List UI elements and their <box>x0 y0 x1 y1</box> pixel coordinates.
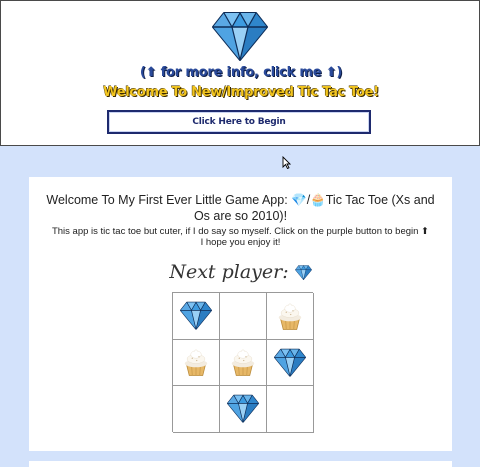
header: (⬆ for more info, click me ⬆) Welcome To… <box>0 0 480 146</box>
diamond-icon <box>180 301 212 330</box>
board-cell[interactable] <box>267 386 314 433</box>
description-line: I hope you enjoy it! <box>200 237 281 248</box>
board-cell[interactable] <box>220 339 267 387</box>
next-player-label: Next player: <box>169 261 289 283</box>
cupcake-icon <box>228 347 258 377</box>
diamond-icon <box>227 394 259 423</box>
diamond-icon <box>295 265 312 280</box>
description-line: This app is tic tac toe but cuter, if I … <box>51 226 430 237</box>
lower-card <box>29 461 452 467</box>
card-description: This app is tic tac toe but cuter, if I … <box>39 226 442 248</box>
board-cell[interactable] <box>267 339 314 387</box>
card-title: Welcome To My First Ever Little Game App… <box>46 193 435 223</box>
board-cell[interactable] <box>173 339 220 387</box>
game-card: Welcome To My First Ever Little Game App… <box>29 177 452 451</box>
welcome-banner: Welcome To New/Improved Tic Tac Toe! <box>103 85 379 100</box>
cupcake-icon <box>181 347 211 377</box>
more-info-link[interactable]: (⬆ for more info, click me ⬆) <box>1 65 480 80</box>
next-player-status: Next player: <box>29 261 452 283</box>
mouse-cursor-icon <box>282 156 291 169</box>
board-cell[interactable] <box>267 293 314 340</box>
board-cell[interactable] <box>173 293 220 340</box>
board-cell[interactable] <box>220 386 267 433</box>
board-cell[interactable] <box>220 293 267 340</box>
cupcake-icon <box>275 301 305 331</box>
board-cell[interactable] <box>173 386 220 433</box>
diamond-icon <box>212 11 268 61</box>
game-board <box>172 292 314 433</box>
diamond-icon <box>274 348 306 377</box>
begin-button[interactable]: Click Here to Begin <box>107 110 371 134</box>
